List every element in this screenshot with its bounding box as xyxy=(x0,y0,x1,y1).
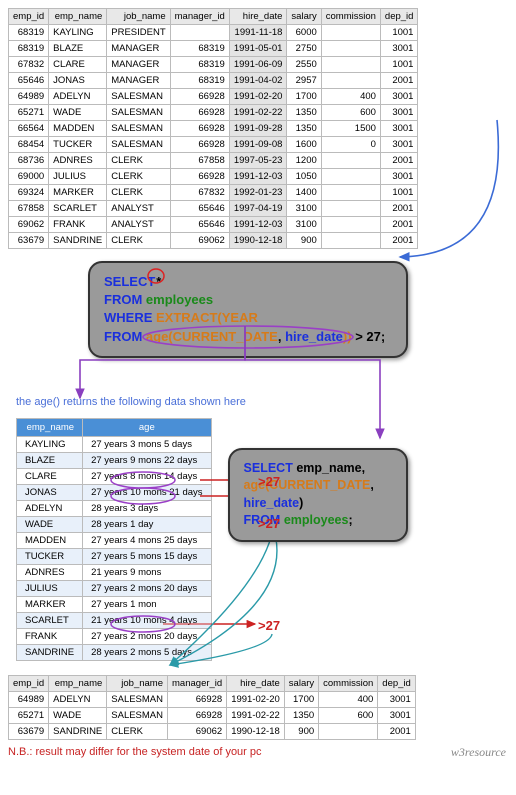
table-row: MARKER27 years 1 mon xyxy=(17,596,212,612)
table-row: 67832CLAREMANAGER683191991-06-0925501001 xyxy=(9,57,418,73)
footer-note: N.B.: result may differ for the system d… xyxy=(8,746,508,758)
table-row: ADNRES21 years 9 mons xyxy=(17,564,212,580)
table-row: TUCKER27 years 5 mons 15 days xyxy=(17,548,212,564)
col-header: emp_id xyxy=(9,9,49,25)
table-row: 68319BLAZEMANAGER683191991-05-0127503001 xyxy=(9,41,418,57)
col-header: emp_name xyxy=(49,9,107,25)
col-header: hire_date xyxy=(227,675,285,691)
col-header: age xyxy=(83,418,211,436)
age-table: emp_nameage KAYLING27 years 3 mons 5 day… xyxy=(16,418,212,661)
table-row: ADELYN28 years 3 days xyxy=(17,500,212,516)
table-row: 69000JULIUSCLERK669281991-12-0310503001 xyxy=(9,169,418,185)
col-header: commission xyxy=(321,9,380,25)
table-row: 65271WADESALESMAN669281991-02-2213506003… xyxy=(9,707,416,723)
col-header: dep_id xyxy=(380,9,418,25)
table-row: 67858SCARLETANALYST656461997-04-19310020… xyxy=(9,201,418,217)
table-row: 69062FRANKANALYST656461991-12-0331002001 xyxy=(9,217,418,233)
col-header: salary xyxy=(287,9,321,25)
col-header: hire_date xyxy=(229,9,287,25)
result-table: emp_idemp_namejob_namemanager_idhire_dat… xyxy=(8,675,416,740)
employees-table: emp_idemp_namejob_namemanager_idhire_dat… xyxy=(8,8,418,249)
col-header: manager_id xyxy=(168,675,227,691)
gt27-label-2: >27 xyxy=(258,516,280,531)
col-header: job_name xyxy=(107,9,170,25)
table-row: 68319KAYLINGPRESIDENT1991-11-1860001001 xyxy=(9,25,418,41)
table-row: FRANK27 years 2 mons 20 days xyxy=(17,628,212,644)
table-row: KAYLING27 years 3 mons 5 days xyxy=(17,436,212,452)
col-header: emp_id xyxy=(9,675,49,691)
table-row: MADDEN27 years 4 mons 25 days xyxy=(17,532,212,548)
gt27-label-1: >27 xyxy=(258,474,280,489)
gt27-label-3: >27 xyxy=(258,618,280,633)
table-row: WADE28 years 1 day xyxy=(17,516,212,532)
table-row: BLAZE27 years 9 mons 22 days xyxy=(17,452,212,468)
sql-query-2: SELECT emp_name, age(CURRENT_DATE, hire_… xyxy=(228,448,408,542)
col-header: commission xyxy=(319,675,378,691)
table-row: 69324MARKERCLERK678321992-01-2314001001 xyxy=(9,185,418,201)
table-row: SCARLET21 years 10 mons 4 days xyxy=(17,612,212,628)
col-header: salary xyxy=(284,675,318,691)
table-row: 65646JONASMANAGER683191991-04-0229572001 xyxy=(9,73,418,89)
table-row: 64989ADELYNSALESMAN669281991-02-20170040… xyxy=(9,89,418,105)
table-row: 63679SANDRINECLERK690621990-12-189002001 xyxy=(9,723,416,739)
table-row: CLARE27 years 8 mons 14 days xyxy=(17,468,212,484)
table-row: 63679SANDRINECLERK690621990-12-189002001 xyxy=(9,233,418,249)
col-header: emp_name xyxy=(17,418,83,436)
table-row: 66564MADDENSALESMAN669281991-09-28135015… xyxy=(9,121,418,137)
table-row: 65271WADESALESMAN669281991-02-2213506003… xyxy=(9,105,418,121)
table-row: JULIUS27 years 2 mons 20 days xyxy=(17,580,212,596)
age-annotation: the age() returns the following data sho… xyxy=(16,396,508,408)
table-row: 64989ADELYNSALESMAN669281991-02-20170040… xyxy=(9,691,416,707)
sql-query-1: SELECT* FROM employees WHERE EXTRACT(YEA… xyxy=(88,261,408,358)
col-header: job_name xyxy=(107,675,168,691)
table-row: 68454TUCKERSALESMAN669281991-09-08160003… xyxy=(9,137,418,153)
col-header: dep_id xyxy=(378,675,416,691)
watermark: w3resource xyxy=(451,745,506,760)
table-row: 68736ADNRESCLERK678581997-05-2312002001 xyxy=(9,153,418,169)
col-header: manager_id xyxy=(170,9,229,25)
table-row: SANDRINE28 years 2 mons 5 days xyxy=(17,644,212,660)
col-header: emp_name xyxy=(49,675,107,691)
table-row: JONAS27 years 10 mons 21 days xyxy=(17,484,212,500)
